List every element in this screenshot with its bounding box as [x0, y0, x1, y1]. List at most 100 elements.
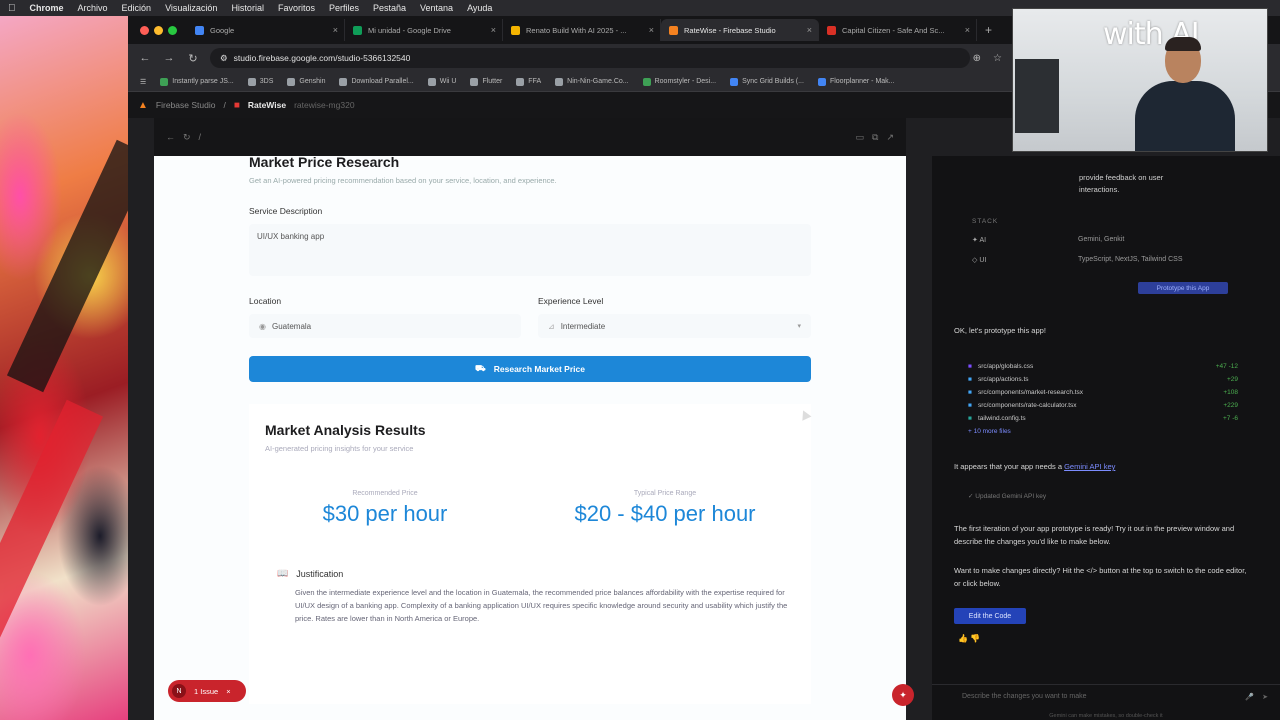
service-label: Service Description	[249, 206, 323, 216]
menu-app-name[interactable]: Chrome	[30, 3, 64, 13]
new-tab-icon[interactable]: +	[977, 23, 1000, 37]
check-icon: ✓	[968, 493, 974, 500]
folder-icon	[427, 77, 436, 86]
price-range-value: $20 - $40 per hour	[574, 501, 756, 526]
file-item[interactable]: ■ src/app/actions.ts +29	[968, 373, 1238, 386]
close-icon[interactable]: ×	[226, 687, 230, 696]
menu-item-archivo[interactable]: Archivo	[78, 3, 108, 13]
tab-label: RateWise - Firebase Studio	[684, 25, 776, 35]
chat-composer[interactable]: Describe the changes you want to make 🎤 …	[932, 684, 1280, 708]
bookmark-item[interactable]: Download Parallel...	[339, 77, 414, 86]
bookmark-item[interactable]: Wii U	[427, 77, 456, 86]
file-item[interactable]: ■ src/app/globals.css +47 -12	[968, 360, 1238, 373]
stack-value: Gemini, Genkit	[1078, 236, 1125, 243]
thumbs-up-icon[interactable]: 👍	[958, 634, 968, 643]
forward-icon[interactable]: →	[162, 52, 176, 64]
webcam-overlay: with AI	[1012, 8, 1268, 152]
preview-toolbar: ← ↻ / ▭ ⧉ ↗	[154, 118, 906, 156]
justification-title: Justification	[296, 568, 344, 579]
tab-ratewise[interactable]: RateWise - Firebase Studio ×	[661, 19, 819, 41]
tab-renato-build[interactable]: Renato Build With AI 2025 - ... ×	[503, 19, 661, 41]
api-key-message: It appears that your app needs a Gemini …	[954, 462, 1116, 471]
results-title: Market Analysis Results	[265, 422, 426, 438]
bookmark-star-icon[interactable]: ☆	[993, 53, 1002, 64]
chat-message: OK, let's prototype this app!	[954, 326, 1046, 335]
prototype-app-button[interactable]: Prototype this App	[1138, 282, 1228, 294]
menu-item-perfiles[interactable]: Perfiles	[329, 3, 359, 13]
assistant-fab-icon[interactable]: ✦	[892, 684, 914, 706]
gemini-chat-panel: provide feedback on user interactions. S…	[932, 156, 1280, 720]
results-subtitle: AI-generated pricing insights for your s…	[265, 444, 414, 453]
recommended-price-value: $30 per hour	[322, 501, 448, 526]
issues-badge[interactable]: N 1 Issue ×	[168, 680, 246, 702]
bookmark-item[interactable]: 3DS	[247, 77, 273, 86]
gemini-api-key-link[interactable]: Gemini API key	[1064, 462, 1115, 471]
bookmark-item[interactable]: Nin-Nin-Game.Co...	[555, 77, 629, 86]
folder-icon	[555, 77, 564, 86]
reload-icon[interactable]: ↻	[186, 52, 200, 65]
menu-item-ventana[interactable]: Ventana	[420, 3, 453, 13]
close-tab-icon[interactable]: ×	[333, 25, 338, 35]
slides-icon	[511, 25, 520, 35]
tab-capital-citizen[interactable]: Capital Citizen - Safe And Sc... ×	[819, 19, 977, 41]
bookmark-item[interactable]: Genshin	[287, 77, 325, 86]
close-tab-icon[interactable]: ×	[491, 25, 496, 35]
file-item[interactable]: ■ src/components/rate-calculator.tsx +229	[968, 399, 1238, 412]
bookmark-item[interactable]: Flutter	[470, 77, 502, 86]
file-item[interactable]: ■ tailwind.config.ts +7 -6	[968, 412, 1238, 425]
menu-item-edicion[interactable]: Edición	[122, 3, 152, 13]
back-icon[interactable]: ←	[138, 52, 152, 64]
menu-item-visualizacion[interactable]: Visualización	[165, 3, 217, 13]
apps-icon[interactable]: ☰	[140, 78, 146, 86]
close-tab-icon[interactable]: ×	[649, 25, 654, 35]
menu-item-pestana[interactable]: Pestaña	[373, 3, 406, 13]
menu-item-favoritos[interactable]: Favoritos	[278, 3, 315, 13]
bookmark-item[interactable]: Floorplanner - Mak...	[817, 77, 895, 86]
zoom-window-button[interactable]	[168, 25, 177, 35]
stack-label: STACK	[972, 218, 999, 225]
preview-path-separator: /	[198, 132, 202, 142]
bookmark-icon	[730, 77, 739, 86]
devices-icon[interactable]: ▭	[856, 132, 865, 143]
menu-item-ayuda[interactable]: Ayuda	[467, 3, 492, 13]
site-info-icon[interactable]: ⚙	[220, 53, 228, 64]
folder-icon	[247, 77, 256, 86]
tab-google-drive[interactable]: Mi unidad - Google Drive ×	[345, 19, 503, 41]
service-value: UI/UX banking app	[257, 232, 325, 241]
service-description-field[interactable]: UI/UX banking app	[249, 224, 811, 276]
url-field[interactable]: ⚙ studio.firebase.google.com/studio-5366…	[210, 48, 970, 68]
preview-reload-icon[interactable]: ↻	[183, 132, 191, 143]
apple-icon[interactable]: 	[8, 3, 16, 14]
bookmark-item[interactable]: Instantly parse JS...	[160, 77, 234, 86]
install-icon[interactable]: ⊕	[973, 53, 981, 64]
bookmark-item[interactable]: Roomstyler - Desi...	[642, 77, 716, 86]
price-range-card: Typical Price Range $20 - $40 per hour	[535, 484, 795, 548]
experience-icon: ⊿	[548, 321, 555, 331]
bookmark-item[interactable]: Sync Grid Builds (...	[730, 77, 804, 86]
link-icon[interactable]: ⧉	[872, 132, 878, 143]
url-text: studio.firebase.google.com/studio-536613…	[233, 53, 411, 63]
file-item[interactable]: ■ src/components/market-research.tsx +108	[968, 386, 1238, 399]
location-field[interactable]: ◉ Guatemala	[249, 314, 521, 338]
preview-back-icon[interactable]: ←	[166, 132, 175, 142]
experience-select[interactable]: ⊿ Intermediate ▾	[538, 314, 811, 338]
bookmark-icon	[817, 77, 826, 86]
minimize-window-button[interactable]	[154, 25, 163, 35]
edit-code-button[interactable]: Edit the Code	[954, 608, 1026, 624]
tab-google[interactable]: Google ×	[187, 19, 345, 41]
open-external-icon[interactable]: ↗	[886, 132, 894, 143]
more-files-link[interactable]: + 10 more files	[968, 425, 1238, 438]
send-icon[interactable]: ➤	[1262, 693, 1268, 701]
close-tab-icon[interactable]: ×	[965, 25, 970, 35]
mic-icon[interactable]: 🎤	[1245, 693, 1254, 701]
bookmark-item[interactable]: FFA	[516, 77, 541, 86]
thumbs-down-icon[interactable]: 👎	[970, 634, 980, 643]
menu-item-historial[interactable]: Historial	[231, 3, 264, 13]
close-window-button[interactable]	[140, 25, 149, 35]
research-market-price-button[interactable]: ⛟ Research Market Price	[249, 356, 811, 382]
workspace-name: ratewise-mg320	[294, 100, 355, 110]
background-monitor	[1015, 59, 1059, 133]
project-name[interactable]: RateWise	[248, 100, 286, 110]
studio-brand[interactable]: Firebase Studio	[156, 100, 216, 110]
close-tab-icon[interactable]: ×	[807, 25, 812, 35]
